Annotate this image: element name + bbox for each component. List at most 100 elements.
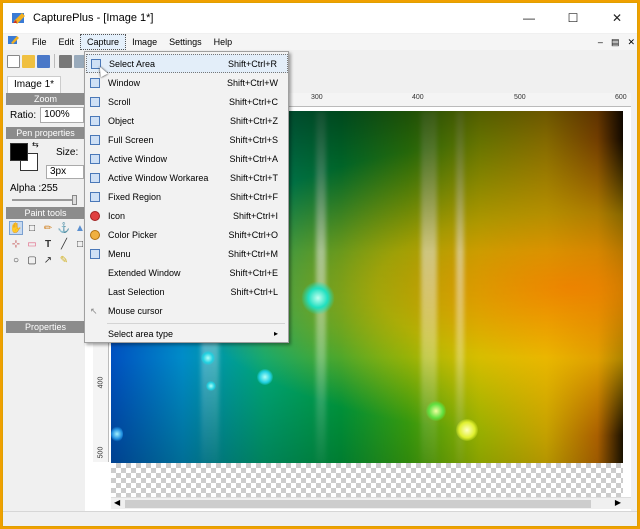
primary-color-swatch[interactable] — [10, 143, 28, 161]
size-value: 3px — [50, 166, 67, 177]
mdi-restore-button[interactable]: ▤ — [611, 34, 620, 50]
brush-icon[interactable]: ⚓ — [57, 221, 71, 235]
transparent-area — [111, 463, 623, 497]
scroll-right-icon[interactable]: ▶ — [615, 498, 621, 507]
ellipse-icon[interactable]: ○ — [9, 253, 23, 267]
menu-item-extended-window[interactable]: Extended Window Shift+Ctrl+E — [86, 263, 288, 282]
eraser-icon[interactable]: ▭ — [25, 237, 39, 251]
full-screen-icon — [90, 134, 100, 145]
menu-item-mouse-cursor[interactable]: ↖ Mouse cursor — [86, 301, 288, 320]
ratio-select[interactable]: 100% — [40, 107, 85, 123]
window-icon — [90, 77, 100, 88]
size-select[interactable]: 3px — [46, 165, 84, 179]
ratio-value: 100% — [44, 109, 70, 120]
status-bar — [3, 511, 637, 526]
swap-colors-icon[interactable]: ⇆ — [32, 140, 39, 149]
menu-item-window[interactable]: Window Shift+Ctrl+W — [86, 73, 288, 92]
menu-item-last-selection[interactable]: Last Selection Shift+Ctrl+L — [86, 282, 288, 301]
minimize-button[interactable]: — — [507, 3, 551, 33]
pen-properties-header: Pen properties — [6, 127, 85, 139]
new-icon[interactable] — [7, 54, 20, 68]
highlighter-icon[interactable]: ✎ — [57, 253, 71, 267]
fixed-region-icon — [90, 191, 100, 202]
alpha-label: Alpha :255 — [10, 183, 58, 194]
ruler-tick-500: 500 — [514, 94, 526, 101]
dropper-icon[interactable]: ⊹ — [9, 237, 23, 251]
size-label: Size: — [56, 147, 79, 158]
menu-item-menu[interactable]: Menu Shift+Ctrl+M — [86, 244, 288, 263]
menu-item-scroll[interactable]: Scroll Shift+Ctrl+C — [86, 92, 288, 111]
scroll-icon — [90, 96, 100, 107]
close-button[interactable]: ✕ — [595, 3, 637, 33]
capture-dropdown-menu: Select Area Shift+Ctrl+R Window Shift+Ct… — [84, 51, 289, 343]
paint-tools-grid: ✋ □ ✏ ⚓ ▲ ⊹ ▭ T ╱ □ ○ ▢ ↗ ✎ — [6, 219, 85, 271]
ratio-label: Ratio: — [10, 109, 37, 121]
ruler-tick-300: 300 — [311, 94, 323, 101]
menu-capture-icon — [90, 248, 100, 259]
horizontal-scroll-thumb[interactable] — [125, 500, 591, 508]
menu-item-select-area[interactable]: Select Area Shift+Ctrl+R — [86, 54, 288, 73]
text-icon[interactable]: T — [41, 237, 55, 251]
hand-icon[interactable]: ✋ — [9, 221, 23, 235]
open-icon[interactable] — [22, 54, 35, 68]
maximize-button[interactable]: ☐ — [551, 3, 595, 33]
line-icon[interactable]: ╱ — [57, 237, 71, 251]
glow-orb — [257, 369, 273, 385]
menu-item-object[interactable]: Object Shift+Ctrl+Z — [86, 111, 288, 130]
mdi-minimize-button[interactable]: – — [598, 34, 603, 50]
zoom-header: Zoom — [6, 93, 85, 105]
window-title: CapturePlus - [Image 1*] — [33, 12, 154, 24]
menu-item-icon[interactable]: Icon Shift+Ctrl+I — [86, 206, 288, 225]
toolbar-separator — [54, 54, 55, 68]
scroll-left-icon[interactable]: ◀ — [114, 498, 120, 507]
ruler-tick-v500: 500 — [97, 446, 105, 459]
menu-item-active-window-workarea[interactable]: Active Window Workarea Shift+Ctrl+T — [86, 168, 288, 187]
pencil-icon[interactable]: ✏ — [41, 221, 55, 235]
workarea-icon — [90, 172, 100, 183]
blank-icon — [90, 329, 100, 339]
color-picker-icon — [90, 229, 100, 240]
select-rect-icon[interactable]: □ — [25, 221, 39, 235]
menu-settings[interactable]: Settings — [163, 34, 208, 50]
menu-file[interactable]: File — [26, 34, 53, 50]
menu-item-fixed-region[interactable]: Fixed Region Shift+Ctrl+F — [86, 187, 288, 206]
left-panel: Zoom Ratio: 100% Pen properties ⇆ Size: … — [6, 93, 85, 343]
rounded-rect-icon[interactable]: ▢ — [25, 253, 39, 267]
menu-item-active-window[interactable]: Active Window Shift+Ctrl+A — [86, 149, 288, 168]
app-logo-icon — [12, 11, 26, 25]
icon-capture-icon — [90, 210, 100, 221]
glow-orb — [111, 426, 123, 442]
menu-item-color-picker[interactable]: Color Picker Shift+Ctrl+O — [86, 225, 288, 244]
print-icon[interactable] — [59, 54, 72, 68]
ruler-tick-400: 400 — [412, 94, 424, 101]
glow-orb — [201, 351, 215, 365]
alpha-slider-thumb[interactable] — [72, 195, 77, 205]
ruler-tick-v400: 400 — [97, 376, 105, 389]
active-window-icon — [90, 153, 100, 164]
properties-header: Properties — [6, 321, 85, 333]
save-icon[interactable] — [37, 54, 50, 68]
menu-image[interactable]: Image — [126, 34, 163, 50]
glow-orb — [206, 381, 216, 391]
horizontal-scrollbar[interactable]: ◀ ▶ — [111, 497, 631, 509]
tab-image-1[interactable]: Image 1* — [7, 76, 62, 93]
menu-item-full-screen[interactable]: Full Screen Shift+Ctrl+S — [86, 130, 288, 149]
mdi-close-button[interactable]: ✕ — [627, 34, 635, 50]
submenu-arrow-icon: ▸ — [273, 329, 278, 338]
last-selection-icon — [90, 287, 100, 297]
mouse-cursor-icon: ↖ — [90, 305, 98, 316]
menu-help[interactable]: Help — [208, 34, 239, 50]
alpha-slider[interactable] — [6, 195, 85, 205]
arrow-icon[interactable]: ↗ — [41, 253, 55, 267]
menu-item-select-area-type[interactable]: Select area type ▸ — [86, 324, 288, 343]
menu-bar: File Edit Capture Image Settings Help – … — [3, 34, 637, 50]
menu-edit[interactable]: Edit — [53, 34, 81, 50]
glow-orb — [456, 419, 478, 441]
app-window: CapturePlus - [Image 1*] — ☐ ✕ File Edit… — [2, 2, 638, 527]
title-bar: CapturePlus - [Image 1*] — ☐ ✕ — [3, 3, 637, 33]
extended-window-icon — [90, 268, 100, 278]
document-icon[interactable] — [3, 34, 26, 50]
object-icon — [90, 115, 100, 126]
glow-orb — [426, 401, 446, 421]
menu-capture[interactable]: Capture — [80, 34, 127, 50]
